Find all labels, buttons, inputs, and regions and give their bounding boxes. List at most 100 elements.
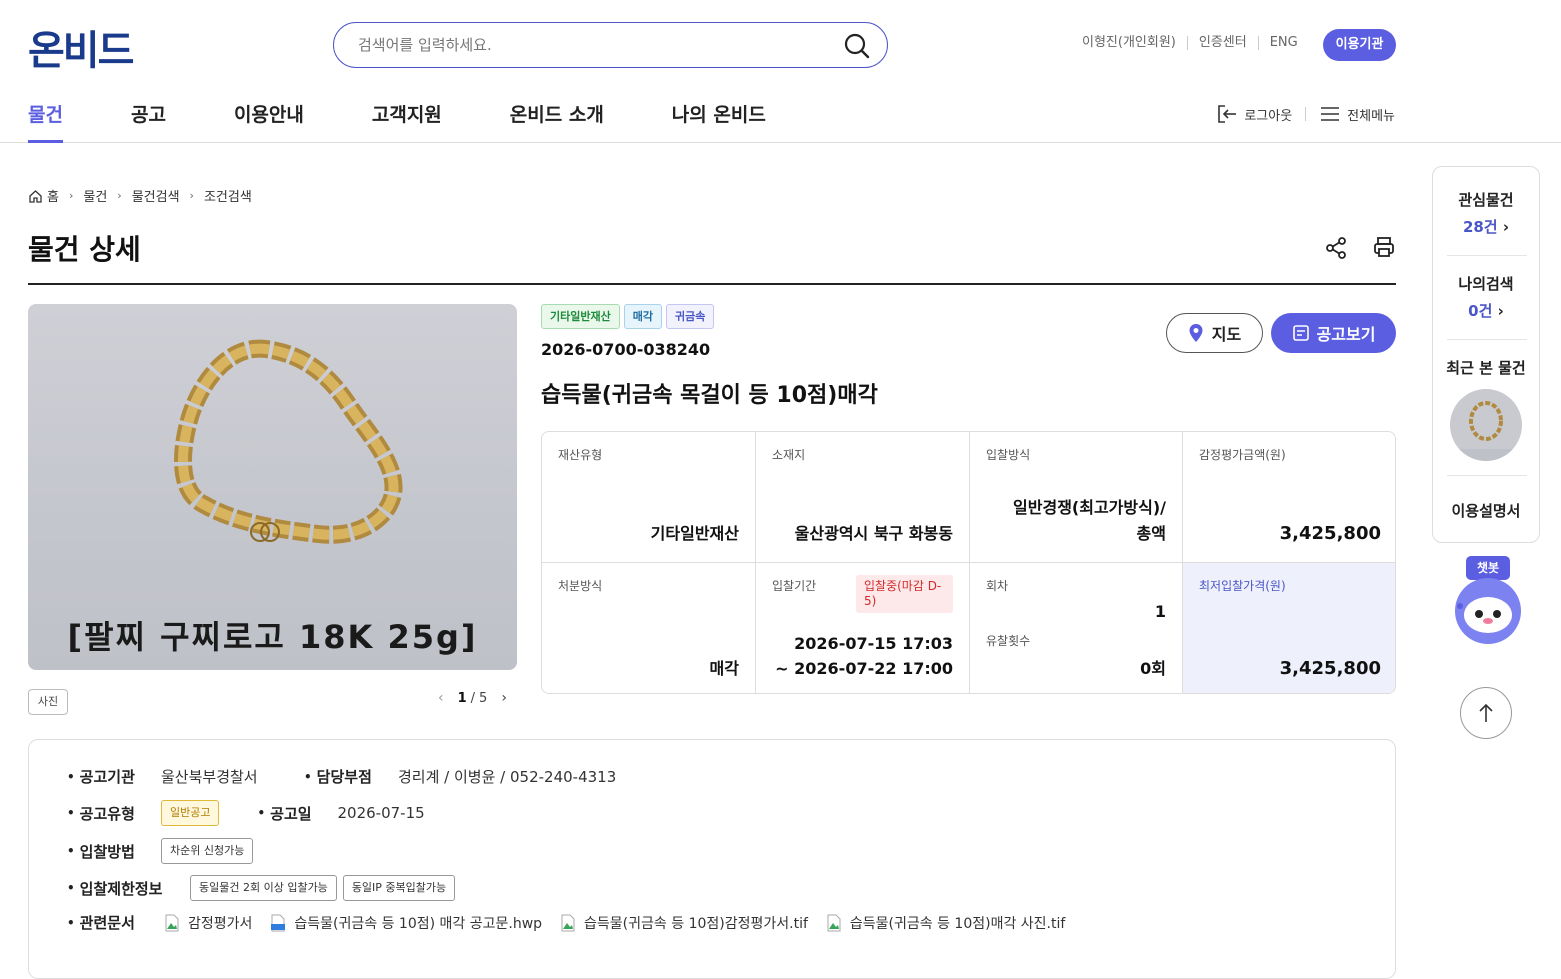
hwp-file-icon — [271, 914, 286, 931]
docs-key: 관련문서 — [67, 912, 164, 933]
agency-key: 공고기관 — [67, 766, 161, 787]
pager-current: 1 — [457, 690, 467, 706]
doc-link[interactable]: 감정평가서 — [164, 913, 252, 933]
item-title: 습득물(귀금속 목걸이 등 10점)매각 — [541, 383, 878, 408]
all-menu-button[interactable]: 전체메뉴 — [1319, 105, 1395, 124]
user-name-link[interactable]: 이형진(개인회원) — [1071, 36, 1187, 50]
mysearch-count: 0건 — [1468, 302, 1493, 320]
doc-label: 감정평가서 — [188, 915, 253, 932]
location-value: 울산광역시 북구 화봉동 — [794, 524, 953, 543]
bidway-chip: 차순위 신청가능 — [161, 838, 254, 864]
cell-min-price: 최저입찰가격(원) 3,425,800 — [1183, 563, 1395, 693]
nav-item-about[interactable]: 온비드 소개 — [510, 100, 604, 143]
fail-value: 0회 — [1140, 659, 1166, 678]
doc-label: 습득물(귀금속 등 10점)매각 사진.tif — [849, 915, 1066, 932]
tag-sale: 매각 — [623, 304, 662, 329]
dept-value: 경리계 / 이병윤 / 052-240-4313 — [398, 768, 617, 786]
bid-method-value-2: 총액 — [1136, 524, 1166, 543]
limit-key: 입찰제한정보 — [67, 878, 190, 899]
cell-disposal: 처분방식 매각 — [542, 563, 756, 693]
chatbot-button[interactable]: 챗봇 — [1448, 556, 1528, 646]
nav-item-notices[interactable]: 공고 — [131, 100, 166, 143]
appraisal-value: 3,425,800 — [1279, 523, 1381, 544]
period-label: 입찰기간 — [772, 579, 817, 593]
dept-key: 담당부점 — [304, 766, 398, 787]
tag-asset-type: 기타일반재산 — [541, 304, 620, 329]
header: 온비드 이형진(개인회원) 인증센터 ENG 이용기관 물건 공고 이용안내 고… — [0, 0, 1561, 143]
doc-label: 습득물(귀금속 등 10점)감정평가서.tif — [584, 915, 808, 932]
detail-row-docs: 관련문서 감정평가서 습득물(귀금속 등 10점) 매각 공고문.hwp 습득물… — [67, 912, 1083, 933]
image-file-icon — [561, 914, 575, 931]
fav-count: 28건 — [1462, 218, 1498, 236]
disposal-value: 매각 — [709, 659, 739, 678]
mysearch-label: 나의검색 — [1458, 275, 1514, 293]
breadcrumb: 홈 › 물건 › 물건검색 › 조건검색 — [28, 186, 252, 205]
photo-caption: [팔찌 구찌로고 18K 25g] — [67, 618, 478, 656]
location-pin-icon — [1189, 324, 1203, 342]
tag-category: 귀금속 — [665, 304, 715, 329]
detail-row-type: 공고유형 일반공고 공고일 2026-07-15 — [67, 800, 425, 826]
nav-item-guide[interactable]: 이용안내 — [234, 100, 304, 143]
breadcrumb-items[interactable]: 물건 — [83, 186, 107, 205]
nav-item-my[interactable]: 나의 온비드 — [672, 100, 766, 143]
util-menu: 로그아웃 전체메뉴 — [1216, 104, 1395, 124]
doc-link[interactable]: 습득물(귀금속 등 10점)감정평가서.tif — [560, 913, 808, 933]
logout-button[interactable]: 로그아웃 — [1216, 104, 1292, 124]
item-photo[interactable]: [팔찌 구찌로고 18K 25g] — [28, 304, 517, 670]
min-price-value: 3,425,800 — [1279, 658, 1381, 679]
type-chip: 일반공고 — [161, 800, 220, 826]
scroll-top-button[interactable] — [1460, 687, 1512, 739]
guide-link[interactable]: 이용설명서 — [1433, 500, 1539, 521]
chevron-right-icon: › — [1497, 302, 1504, 320]
logout-label: 로그아웃 — [1244, 108, 1293, 124]
photo-tag[interactable]: 사진 — [28, 689, 68, 715]
nav-item-items[interactable]: 물건 — [28, 100, 63, 143]
cert-center-link[interactable]: 인증센터 — [1186, 36, 1258, 50]
period-start: 2026-07-15 17:03 — [794, 634, 953, 653]
pager-slash: / — [470, 690, 476, 706]
agency-button[interactable]: 이용기관 — [1323, 29, 1396, 61]
notice-label: 공고보기 — [1316, 325, 1376, 344]
logout-icon — [1218, 105, 1237, 123]
nav-item-support[interactable]: 고객지원 — [372, 100, 442, 143]
round-label: 회차 — [986, 579, 1009, 593]
chevron-right-icon: › — [1502, 218, 1510, 236]
search-input[interactable] — [358, 34, 828, 56]
view-notice-button[interactable]: 공고보기 — [1271, 313, 1396, 353]
recent-item-thumbnail[interactable] — [1450, 389, 1522, 461]
page-title: 물건 상세 — [28, 233, 141, 266]
logo[interactable]: 온비드 — [28, 18, 134, 76]
share-icon[interactable] — [1324, 236, 1348, 264]
date-value: 2026-07-15 — [337, 804, 425, 822]
doc-link[interactable]: 습득물(귀금속 등 10점) 매각 공고문.hwp — [270, 913, 542, 933]
quick-menu: 관심물건 28건 › 나의검색 0건 › 최근 본 물건 이용설명서 — [1432, 166, 1540, 543]
breadcrumb-search[interactable]: 물건검색 — [132, 186, 180, 205]
hamburger-icon — [1321, 107, 1340, 121]
item-tags: 기타일반재산 매각 귀금속 — [541, 304, 718, 329]
cell-appraisal: 감정평가금액(원) 3,425,800 — [1183, 432, 1395, 563]
breadcrumb-home[interactable]: 홈 — [47, 186, 59, 205]
search-bar — [333, 22, 888, 68]
quick-mysearch[interactable]: 나의검색 0건 › — [1433, 273, 1539, 321]
all-menu-label: 전체메뉴 — [1347, 108, 1395, 124]
next-icon[interactable]: › — [501, 690, 507, 706]
image-file-icon — [165, 914, 179, 931]
asset-type-label: 재산유형 — [558, 448, 603, 462]
location-label: 소재지 — [772, 448, 806, 462]
prev-icon[interactable]: ‹ — [438, 690, 444, 706]
fail-label: 유찰횟수 — [986, 634, 1031, 648]
bid-method-label: 입찰방식 — [986, 448, 1031, 462]
recent-label: 최근 본 물건 — [1446, 359, 1526, 377]
search-icon[interactable] — [843, 32, 871, 60]
map-button[interactable]: 지도 — [1166, 313, 1263, 353]
print-icon[interactable] — [1372, 235, 1396, 263]
quick-fav[interactable]: 관심물건 28건 › — [1433, 189, 1539, 237]
chevron-right-icon: › — [117, 189, 122, 202]
breadcrumb-condition[interactable]: 조건검색 — [204, 186, 252, 205]
eng-link[interactable]: ENG — [1257, 36, 1309, 50]
agency-value: 울산북부경찰서 — [161, 768, 258, 786]
item-number: 2026-0700-038240 — [541, 340, 711, 359]
cell-bid-method: 입찰방식 일반경쟁(최고가방식)/ 총액 — [970, 432, 1183, 563]
doc-link[interactable]: 습득물(귀금속 등 10점)매각 사진.tif — [826, 913, 1065, 933]
detail-row-agency: 공고기관 울산북부경찰서 담당부점 경리계 / 이병윤 / 052-240-43… — [67, 766, 617, 787]
